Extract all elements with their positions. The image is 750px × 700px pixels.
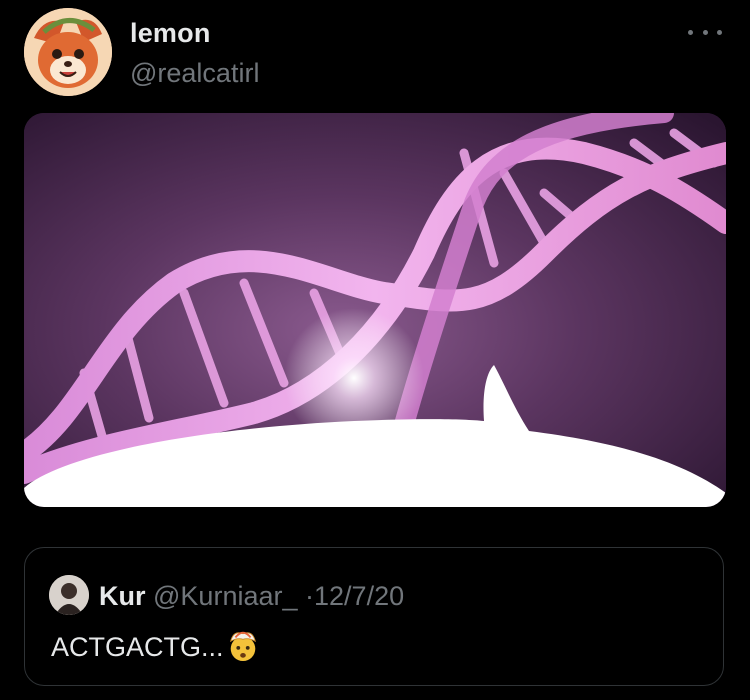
- quoted-tweet-text-row: ACTGACTG...: [51, 628, 260, 663]
- author-avatar[interactable]: [24, 8, 112, 96]
- author-name[interactable]: lemon: [130, 18, 211, 49]
- tweet-image[interactable]: [24, 113, 726, 507]
- quoted-author-avatar[interactable]: [49, 575, 89, 615]
- dot: [717, 29, 722, 35]
- quoted-tweet-meta: Kur @Kurniaar_ ·12/7/20: [99, 581, 404, 612]
- tweet-header: lemon @realcatirl: [24, 8, 726, 98]
- quoted-tweet-date[interactable]: 12/7/20: [314, 581, 404, 611]
- quoted-author-name[interactable]: Kur: [99, 581, 146, 611]
- quoted-author-handle[interactable]: @Kurniaar_: [153, 581, 297, 611]
- author-handle[interactable]: @realcatirl: [130, 58, 259, 89]
- quoted-avatar-icon: [49, 575, 89, 615]
- meta-separator: ·: [305, 581, 315, 611]
- exploding-head-emoji-icon: [229, 631, 256, 662]
- dna-helix-image-icon: [24, 113, 726, 507]
- dot: [688, 29, 693, 35]
- quoted-tweet-text: ACTGACTG...: [51, 632, 224, 662]
- quoted-tweet-card[interactable]: Kur @Kurniaar_ ·12/7/20 ACTGACTG...: [24, 547, 724, 686]
- dot: [702, 29, 708, 35]
- cartoon-fox-avatar-icon: [24, 8, 112, 96]
- more-options-icon[interactable]: [688, 22, 722, 42]
